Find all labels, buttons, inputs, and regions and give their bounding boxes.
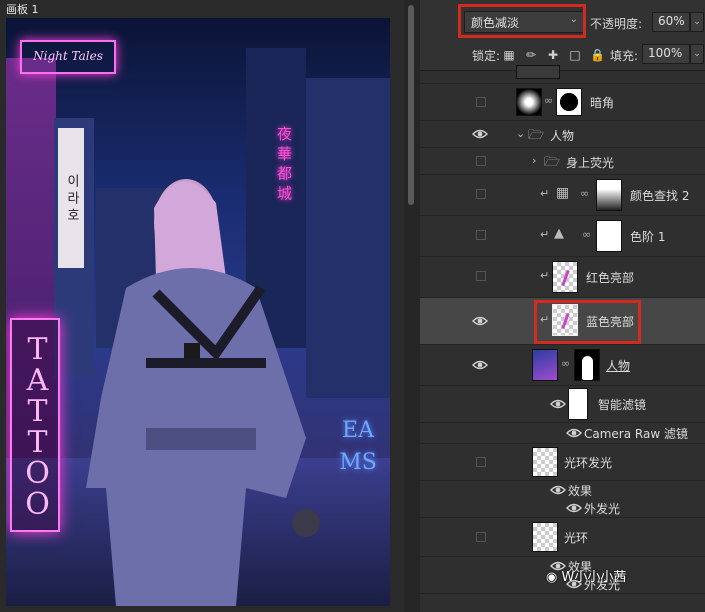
fill-dropdown-icon[interactable]: ⌄ xyxy=(690,44,704,64)
eye-icon[interactable] xyxy=(566,427,582,439)
artboard-title: 画板 1 xyxy=(6,3,39,16)
visibility-off-box[interactable] xyxy=(476,271,486,281)
watermark: ◉ W小小小茜 xyxy=(546,566,626,585)
layer-group-body-glow[interactable]: › 🗁 身上荧光 xyxy=(420,148,705,175)
smart-filters-label: 智能滤镜 xyxy=(598,398,647,412)
layer-name: 人物 xyxy=(606,359,631,373)
layer-name: 光环发光 xyxy=(564,456,613,470)
camera-raw-filter-row[interactable]: Camera Raw 滤镜 xyxy=(420,423,705,444)
smart-filter-mask-thumbnail xyxy=(568,388,588,420)
opacity-field[interactable]: 60% xyxy=(652,12,690,32)
visibility-off-box[interactable] xyxy=(476,156,486,166)
layer-row-red-highlights[interactable]: ↵ 红色亮部 xyxy=(420,257,705,298)
fill-label: 填充: xyxy=(610,49,639,63)
fill-field[interactable]: 100% xyxy=(642,44,690,64)
layers-panel-header: 颜色减淡 ⌄ 不透明度: 60% ⌄ 锁定: ▦ ✏ ✚ □ 🔒 填充: 100… xyxy=(420,0,705,71)
blend-mode-highlight-box xyxy=(458,4,586,38)
eye-icon[interactable] xyxy=(550,484,566,496)
lock-move-icon[interactable]: ✚ xyxy=(546,48,560,62)
outer-glow-row[interactable]: 外发光 xyxy=(420,499,705,518)
layer-mask-thumbnail xyxy=(556,88,582,116)
opacity-value: 60% xyxy=(658,14,685,28)
layer-thumbnail xyxy=(552,261,578,293)
layer-thumbnail xyxy=(516,65,560,79)
layer-name: 颜色查找 2 xyxy=(630,189,690,203)
chevron-down-icon[interactable]: ⌄ xyxy=(516,127,525,140)
lock-brush-icon[interactable]: ✏ xyxy=(524,48,538,62)
visibility-off-box[interactable] xyxy=(476,532,486,542)
layer-thumbnail xyxy=(516,88,542,116)
canvas-artwork[interactable]: Night Tales 이 라 호 夜 華 都 城 TATTOO EA MS xyxy=(6,18,390,606)
link-icon: ∞ xyxy=(582,228,592,241)
visibility-off-box[interactable] xyxy=(476,189,486,199)
wechat-icon: ◉ xyxy=(546,570,558,585)
layer-name: 色阶 1 xyxy=(630,230,666,244)
layer-row-person-smart-object[interactable]: ∞ 人物 xyxy=(420,345,705,386)
effects-label: 效果 xyxy=(568,484,593,498)
layer-mask-thumbnail xyxy=(574,349,600,381)
layer-name: 暗角 xyxy=(590,96,615,110)
layer-row-levels[interactable]: ↵ ▲ ∞ 色阶 1 xyxy=(420,216,705,257)
lock-all-icon[interactable]: 🔒 xyxy=(590,48,605,62)
link-icon: ∞ xyxy=(544,94,554,107)
selected-layer-highlight-box xyxy=(534,300,641,344)
layer-row-halo[interactable]: 光环 xyxy=(420,518,705,557)
chevron-right-icon[interactable]: › xyxy=(532,154,536,167)
layer-thumbnail xyxy=(532,349,558,381)
opacity-dropdown-icon[interactable]: ⌄ xyxy=(690,12,704,32)
layer-name: 红色亮部 xyxy=(586,271,635,285)
layer-mask-thumbnail xyxy=(596,220,622,252)
effects-row[interactable]: 效果 xyxy=(420,481,705,499)
layer-row-color-lookup[interactable]: ↵ ▦ ∞ 颜色查找 2 xyxy=(420,175,705,216)
layer-thumbnail xyxy=(532,522,558,552)
effect-name: 外发光 xyxy=(584,502,621,516)
scrollbar-thumb[interactable] xyxy=(408,5,414,205)
lock-artboard-icon[interactable]: □ xyxy=(568,48,582,62)
watermark-text: W小小小茜 xyxy=(561,570,627,585)
layer-thumbnail xyxy=(532,447,558,477)
lock-transparent-icon[interactable]: ▦ xyxy=(502,48,516,62)
histogram-icon: ▲ xyxy=(554,226,564,241)
folder-icon: 🗁 xyxy=(544,155,561,170)
lock-label: 锁定: xyxy=(472,49,501,63)
group-name: 人物 xyxy=(550,129,575,143)
clip-arrow-icon: ↵ xyxy=(540,269,550,282)
layer-group-person[interactable]: ⌄ 🗁 人物 xyxy=(420,121,705,148)
eye-icon[interactable] xyxy=(472,128,488,140)
clip-arrow-icon: ↵ xyxy=(540,187,550,200)
grid-adjustment-icon: ▦ xyxy=(556,185,570,201)
folder-icon: 🗁 xyxy=(528,128,545,143)
visibility-off-box[interactable] xyxy=(476,97,486,107)
filter-name: Camera Raw 滤镜 xyxy=(584,427,688,441)
eye-icon[interactable] xyxy=(550,398,566,410)
smart-filters-row[interactable]: 智能滤镜 xyxy=(420,386,705,423)
link-icon: ∞ xyxy=(561,357,571,370)
opacity-label: 不透明度: xyxy=(590,17,643,31)
visibility-off-box[interactable] xyxy=(476,230,486,240)
document-area: 画板 1 Night Tales 이 라 호 夜 華 都 城 TATTOO EA… xyxy=(0,0,404,612)
layer-name: 光环 xyxy=(564,531,589,545)
clip-arrow-icon: ↵ xyxy=(540,228,550,241)
layer-row-vignette[interactable]: ∞ 暗角 xyxy=(420,84,705,121)
eye-icon[interactable] xyxy=(472,315,488,327)
eye-icon[interactable] xyxy=(566,502,582,514)
link-icon: ∞ xyxy=(580,187,590,200)
visibility-off-box[interactable] xyxy=(476,457,486,467)
layer-row-halo-glow[interactable]: 光环发光 xyxy=(420,444,705,481)
layer-mask-thumbnail xyxy=(596,179,622,211)
eye-icon[interactable] xyxy=(472,359,488,371)
person-figure xyxy=(86,179,320,606)
fill-value: 100% xyxy=(648,46,683,60)
layer-row-partial[interactable] xyxy=(420,65,705,84)
group-name: 身上荧光 xyxy=(566,156,615,170)
